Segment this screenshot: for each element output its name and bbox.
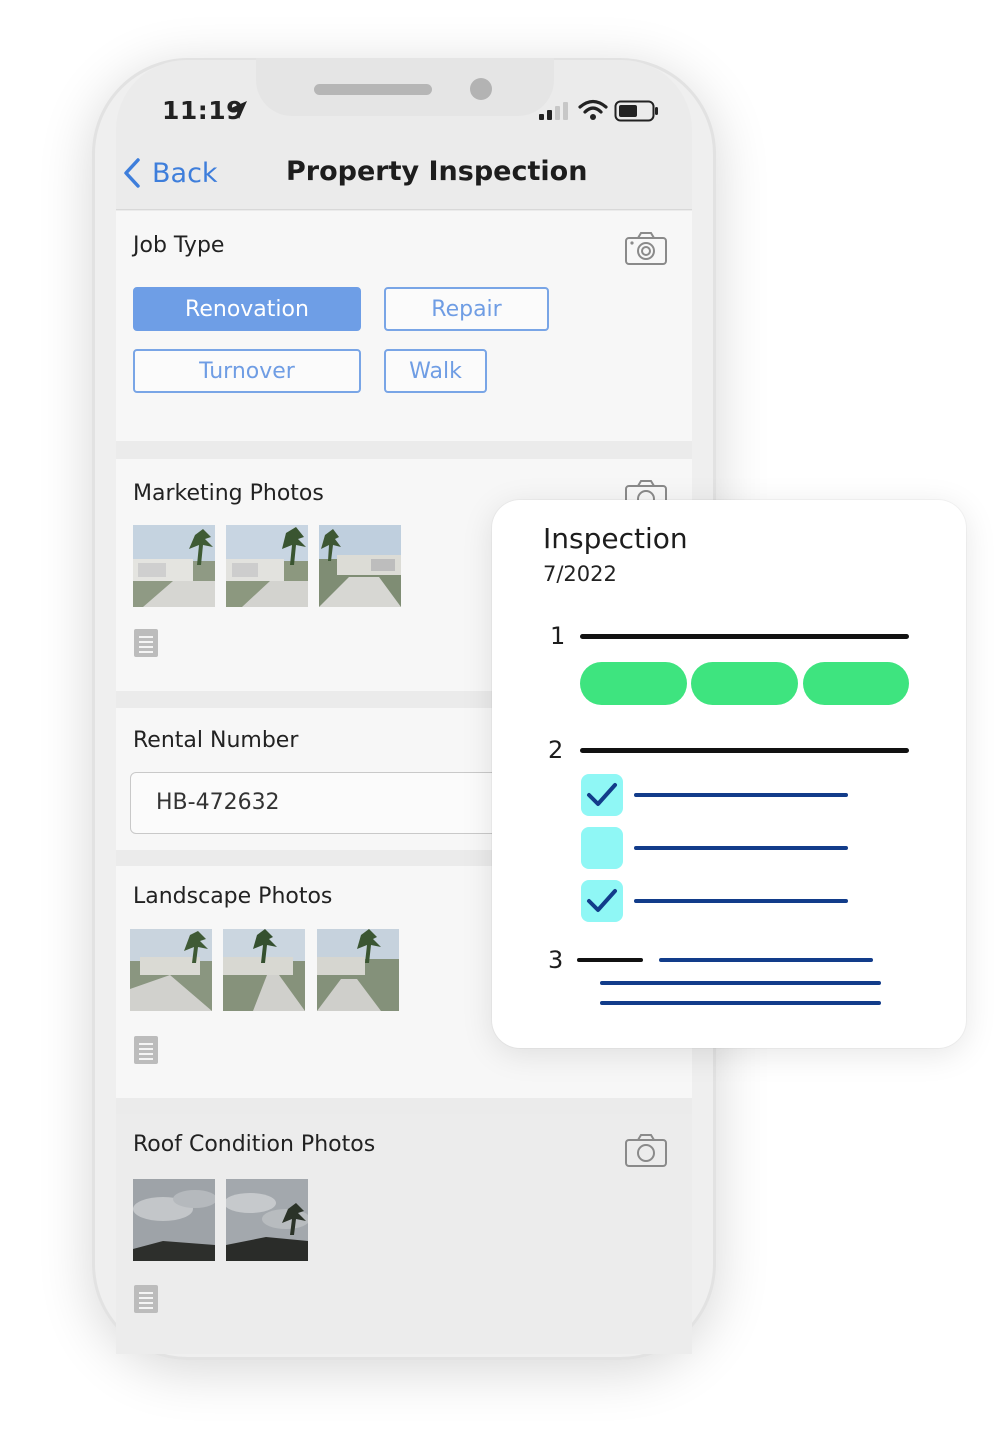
checklist-checkbox-unchecked <box>581 827 623 869</box>
nav-divider <box>116 209 692 210</box>
text-line <box>600 981 881 985</box>
marketing-photo-thumbnail[interactable] <box>226 525 308 607</box>
job-type-renovation-button[interactable]: Renovation <box>133 287 361 331</box>
step-number: 3 <box>548 946 564 974</box>
note-icon[interactable] <box>134 1285 158 1313</box>
checklist-line <box>634 793 848 797</box>
checklist-line <box>634 899 848 903</box>
camera-icon[interactable] <box>624 232 668 266</box>
roof-photos-title: Roof Condition Photos <box>133 1132 376 1157</box>
rental-number-value: HB-472632 <box>156 790 280 815</box>
job-type-title: Job Type <box>133 233 225 258</box>
check-icon <box>587 889 617 912</box>
marketing-photo-thumbnail[interactable] <box>319 525 401 607</box>
back-label: Back <box>152 157 218 189</box>
wifi-icon <box>578 99 608 120</box>
option-pill <box>580 662 687 705</box>
page-title: Property Inspection <box>286 156 588 187</box>
roof-photo-thumbnail[interactable] <box>133 1179 215 1261</box>
checklist-checkbox-checked <box>581 774 623 816</box>
step-heading-line <box>580 634 909 639</box>
job-type-walk-button[interactable]: Walk <box>384 349 487 393</box>
landscape-photo-thumbnail[interactable] <box>317 929 399 1011</box>
landscape-photo-thumbnail[interactable] <box>223 929 305 1011</box>
marketing-photos-title: Marketing Photos <box>133 481 324 506</box>
checklist-checkbox-checked <box>581 880 623 922</box>
note-icon[interactable] <box>134 1036 158 1064</box>
step-number: 1 <box>550 622 566 650</box>
landscape-photo-thumbnail[interactable] <box>130 929 212 1011</box>
text-line <box>659 958 873 962</box>
front-camera <box>470 78 492 100</box>
inspection-date: 7/2022 <box>543 562 617 586</box>
step-heading-line <box>580 748 909 753</box>
back-button[interactable]: Back <box>122 157 218 189</box>
location-arrow-icon <box>229 101 247 119</box>
landscape-photos-title: Landscape Photos <box>133 884 333 909</box>
step-heading-line <box>577 958 643 962</box>
signal-icon <box>539 102 568 120</box>
camera-icon[interactable] <box>624 1134 668 1168</box>
roof-photo-thumbnail[interactable] <box>226 1179 308 1261</box>
step-number: 2 <box>548 736 564 764</box>
text-line <box>600 1001 881 1005</box>
inspection-title: Inspection <box>543 522 688 555</box>
note-icon[interactable] <box>134 629 158 657</box>
option-pill <box>803 662 909 705</box>
chevron-left-icon <box>124 158 140 188</box>
checklist-line <box>634 846 848 850</box>
check-icon <box>587 783 617 806</box>
job-type-turnover-button[interactable]: Turnover <box>133 349 361 393</box>
battery-icon <box>614 100 658 122</box>
job-type-repair-button[interactable]: Repair <box>384 287 549 331</box>
marketing-photo-thumbnail[interactable] <box>133 525 215 607</box>
option-pill <box>691 662 798 705</box>
rental-number-title: Rental Number <box>133 728 299 753</box>
speaker-grille <box>314 84 432 95</box>
